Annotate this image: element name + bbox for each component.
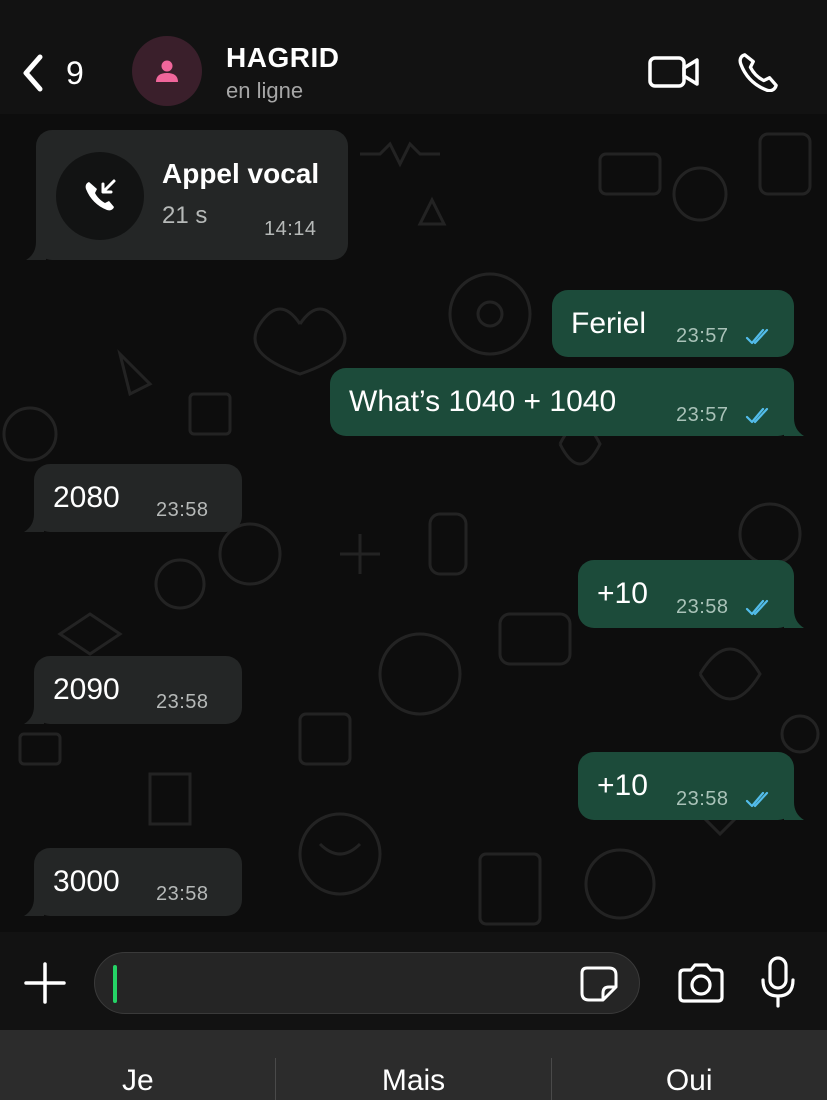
- text-caret: [113, 965, 117, 1003]
- incoming-message[interactable]: 3000 23:58: [24, 848, 242, 916]
- contact-status: en ligne: [226, 78, 304, 103]
- message-time: 23:57: [676, 325, 729, 347]
- message-text: +10: [597, 769, 648, 802]
- double-check-icon: [745, 407, 769, 424]
- avatar[interactable]: [132, 36, 202, 106]
- divider: [275, 1058, 276, 1100]
- message-text: What’s 1040 + 1040: [349, 385, 617, 418]
- outgoing-message[interactable]: Feriel 23:57: [552, 290, 794, 357]
- double-check-icon: [745, 328, 769, 345]
- back-button[interactable]: 9: [18, 48, 98, 98]
- outgoing-message[interactable]: What’s 1040 + 1040 23:57: [330, 368, 804, 436]
- message-input[interactable]: [125, 953, 569, 1015]
- message-time: 23:58: [676, 788, 729, 810]
- message-text: 2090: [53, 673, 120, 706]
- suggestion-item[interactable]: Oui: [551, 1030, 827, 1100]
- voice-call-button[interactable]: [736, 52, 782, 93]
- sticker-icon[interactable]: [579, 965, 619, 1003]
- message-time: 23:58: [676, 596, 729, 618]
- bubble-tail: [24, 514, 44, 532]
- call-icon-badge: [56, 152, 144, 240]
- outgoing-message[interactable]: +10 23:58: [578, 560, 804, 628]
- video-call-button[interactable]: [648, 52, 700, 92]
- message-time: 23:58: [156, 499, 209, 521]
- message-text: 3000: [53, 865, 120, 898]
- call-duration: 21 s: [162, 202, 208, 229]
- video-call-icon: [648, 56, 699, 88]
- camera-icon[interactable]: [676, 962, 726, 1004]
- contact-name[interactable]: HAGRID: [226, 42, 339, 74]
- message-time: 23:58: [156, 883, 209, 905]
- call-title: Appel vocal: [162, 158, 320, 189]
- chat-header: 9 HAGRID en ligne: [0, 0, 827, 114]
- suggestion-item[interactable]: Mais: [276, 1030, 552, 1100]
- bubble-tail: [24, 706, 44, 724]
- message-input-container[interactable]: [94, 952, 640, 1015]
- message-time: 23:57: [676, 404, 729, 426]
- message-time: 23:58: [156, 691, 209, 713]
- bubble-tail: [784, 418, 804, 436]
- bubble-tail: [784, 802, 804, 820]
- message-text: +10: [597, 577, 648, 610]
- microphone-icon[interactable]: [760, 956, 796, 1008]
- double-check-icon: [745, 791, 769, 808]
- chat-area[interactable]: Appel vocal 21 s 14:14 Feriel 23:57 What…: [0, 114, 827, 932]
- voice-call-message[interactable]: Appel vocal 21 s 14:14: [26, 130, 348, 260]
- outgoing-message[interactable]: +10 23:58: [578, 752, 804, 820]
- chevron-left-icon: [23, 54, 43, 92]
- plus-icon[interactable]: [22, 960, 68, 1006]
- incoming-message[interactable]: 2080 23:58: [24, 464, 242, 532]
- double-check-icon: [745, 599, 769, 616]
- person-icon: [156, 60, 178, 82]
- bubble-tail: [24, 898, 44, 916]
- phone-icon: [738, 53, 778, 93]
- incoming-message[interactable]: 2090 23:58: [24, 656, 242, 724]
- message-text: Feriel: [571, 307, 647, 340]
- message-text: 2080: [53, 481, 120, 514]
- divider: [551, 1058, 552, 1100]
- message-time: 14:14: [264, 218, 317, 240]
- bubble-tail: [26, 242, 46, 260]
- keyboard-suggestions: Je Mais Oui: [0, 1030, 827, 1100]
- composer-bar: [0, 932, 827, 1030]
- incoming-call-icon: [85, 179, 116, 211]
- suggestion-item[interactable]: Je: [0, 1030, 276, 1100]
- bubble-tail: [784, 610, 804, 628]
- unread-count: 9: [66, 54, 84, 91]
